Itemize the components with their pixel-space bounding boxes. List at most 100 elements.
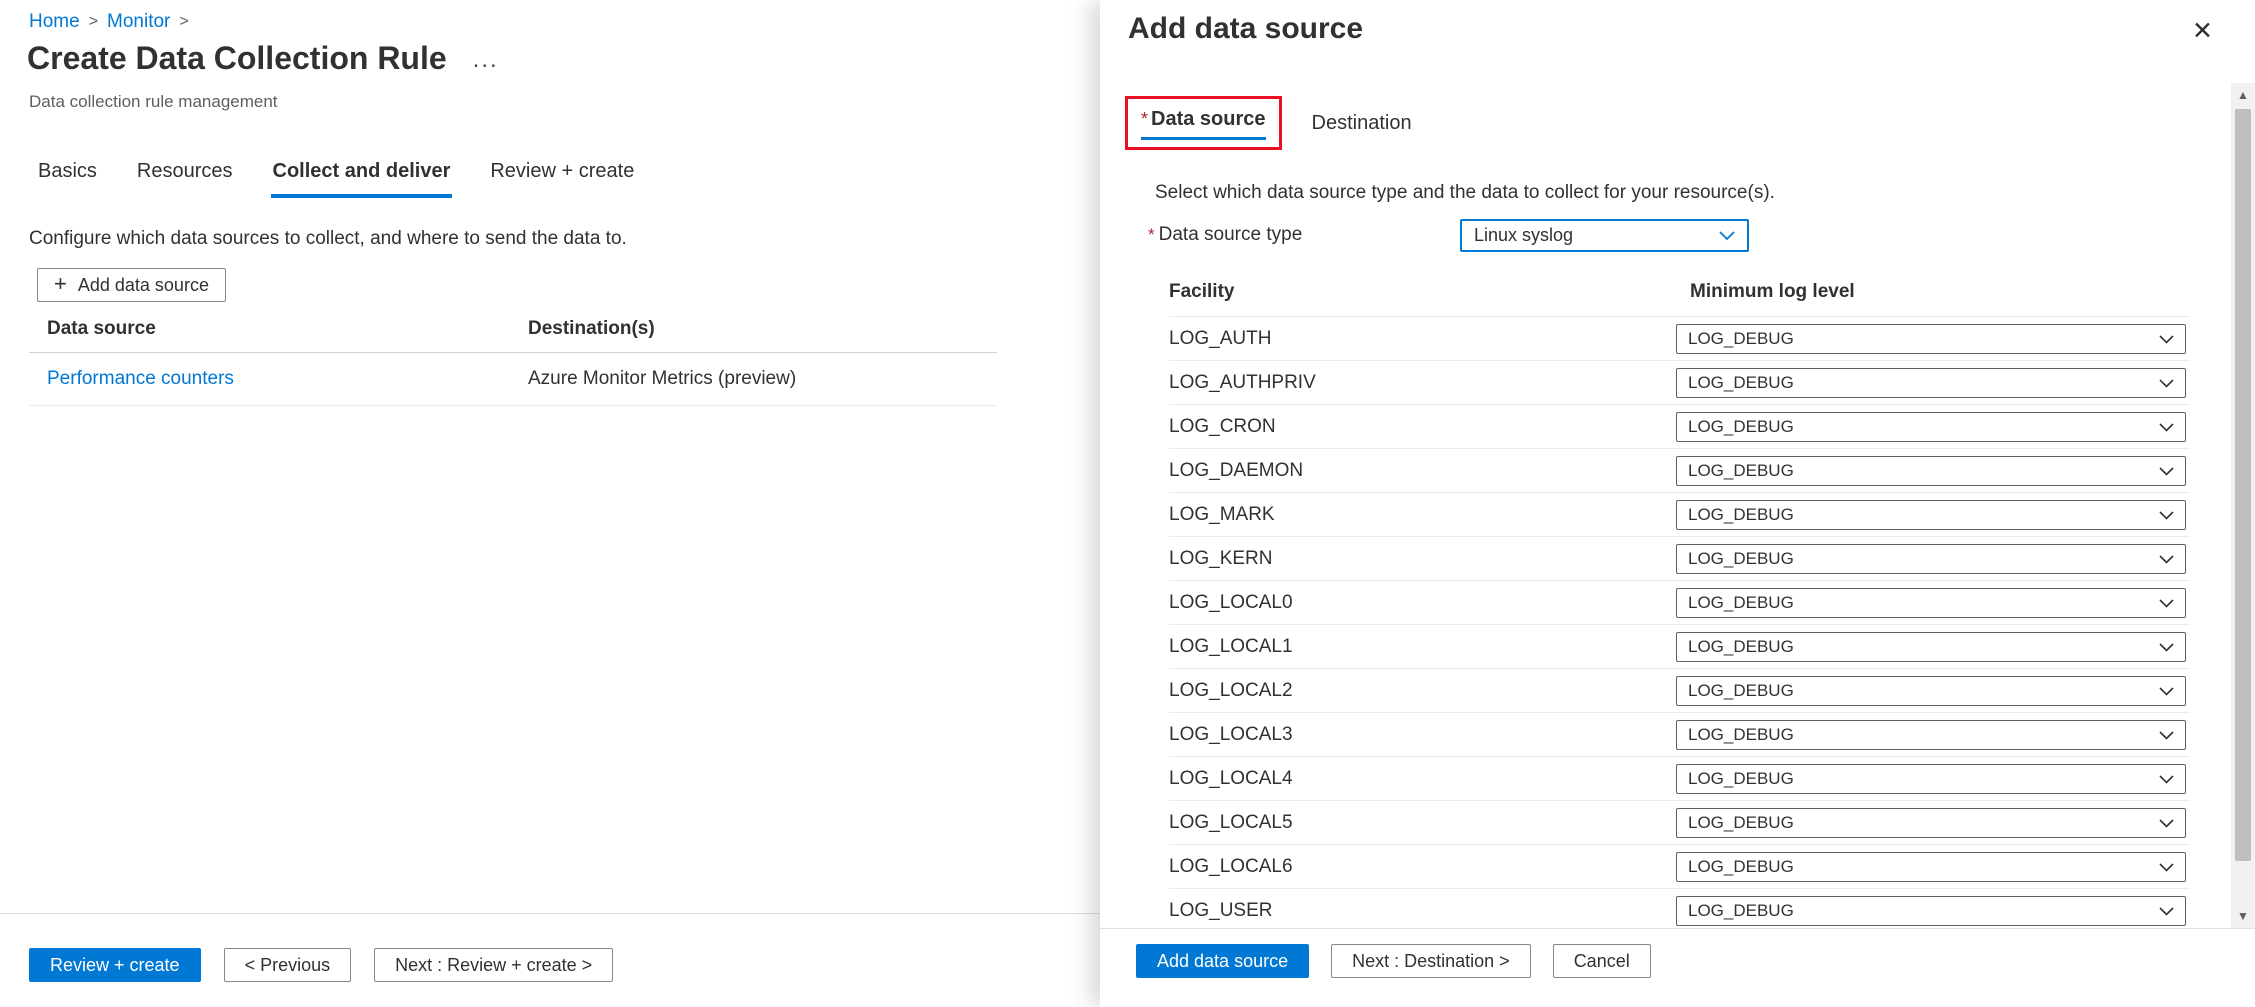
facility-row: LOG_MARK LOG_DEBUG: [1169, 492, 2190, 536]
facility-label: LOG_AUTH: [1169, 328, 1676, 350]
facility-row: LOG_LOCAL1 LOG_DEBUG: [1169, 624, 2190, 668]
tab-review-create[interactable]: Review + create: [488, 150, 636, 198]
title-row: Create Data Collection Rule ...: [27, 40, 499, 77]
performance-counters-link[interactable]: Performance counters: [47, 368, 234, 389]
log-level-value: LOG_DEBUG: [1688, 461, 1794, 481]
facility-label: LOG_LOCAL0: [1169, 592, 1676, 614]
panel-description: Select which data source type and the da…: [1155, 182, 1775, 204]
chevron-down-icon: [2159, 769, 2174, 789]
panel-tab-data-source-label: Data source: [1151, 108, 1266, 131]
panel-footer: Add data source Next : Destination > Can…: [1100, 928, 2255, 1007]
data-source-tab-highlight-annotation: * Data source: [1125, 96, 1282, 150]
panel-title: Add data source: [1128, 12, 1363, 46]
chevron-down-icon: [2159, 373, 2174, 393]
log-level-value: LOG_DEBUG: [1688, 901, 1794, 921]
scrollbar-down-icon[interactable]: ▼: [2231, 904, 2255, 928]
log-level-dropdown[interactable]: LOG_DEBUG: [1676, 324, 2186, 354]
add-data-source-button-label: Add data source: [78, 275, 209, 296]
close-icon[interactable]: ✕: [2192, 16, 2213, 46]
log-level-dropdown[interactable]: LOG_DEBUG: [1676, 764, 2186, 794]
facility-label: LOG_LOCAL4: [1169, 768, 1676, 790]
log-level-dropdown[interactable]: LOG_DEBUG: [1676, 896, 2186, 926]
page-subtitle: Data collection rule management: [29, 92, 278, 112]
log-level-dropdown[interactable]: LOG_DEBUG: [1676, 676, 2186, 706]
page-title: Create Data Collection Rule: [27, 40, 447, 77]
column-header-destinations: Destination(s): [528, 318, 655, 340]
log-level-dropdown[interactable]: LOG_DEBUG: [1676, 412, 2186, 442]
facility-label: LOG_DAEMON: [1169, 460, 1676, 482]
tab-basics[interactable]: Basics: [36, 150, 99, 198]
cancel-button[interactable]: Cancel: [1553, 944, 1651, 978]
add-data-source-panel: Add data source ✕ * Data source Destinat…: [1100, 0, 2255, 1007]
scrollbar-thumb[interactable]: [2235, 109, 2251, 861]
facility-column-header: Facility: [1169, 281, 1690, 303]
data-sources-table: Data source Destination(s) Performance c…: [29, 312, 997, 406]
chevron-down-icon: [2159, 681, 2174, 701]
next-destination-button[interactable]: Next : Destination >: [1331, 944, 1531, 978]
data-source-type-dropdown[interactable]: Linux syslog: [1460, 219, 1749, 252]
scrollbar-up-icon[interactable]: ▲: [2231, 83, 2255, 107]
log-level-dropdown[interactable]: LOG_DEBUG: [1676, 720, 2186, 750]
create-dcr-page: Home > Monitor > Create Data Collection …: [0, 0, 1100, 1007]
breadcrumb-monitor-link[interactable]: Monitor: [107, 11, 170, 33]
data-source-type-label: * Data source type: [1148, 224, 1302, 246]
log-level-dropdown[interactable]: LOG_DEBUG: [1676, 808, 2186, 838]
column-header-data-source: Data source: [47, 318, 528, 340]
facility-label: LOG_LOCAL5: [1169, 812, 1676, 834]
facility-row: LOG_AUTHPRIV LOG_DEBUG: [1169, 360, 2190, 404]
tab-collect-and-deliver[interactable]: Collect and deliver: [271, 150, 453, 198]
facility-label: LOG_LOCAL3: [1169, 724, 1676, 746]
table-header-row: Data source Destination(s): [29, 312, 997, 353]
data-source-type-field: * Data source type Linux syslog: [1148, 224, 1302, 246]
log-level-value: LOG_DEBUG: [1688, 417, 1794, 437]
panel-tab-data-source[interactable]: * Data source: [1141, 108, 1266, 140]
table-row: Performance counters Azure Monitor Metri…: [29, 353, 997, 406]
chevron-down-icon: [2159, 857, 2174, 877]
chevron-down-icon: [2159, 593, 2174, 613]
facility-row: LOG_KERN LOG_DEBUG: [1169, 536, 2190, 580]
chevron-down-icon: [2159, 329, 2174, 349]
log-level-dropdown[interactable]: LOG_DEBUG: [1676, 456, 2186, 486]
log-level-dropdown[interactable]: LOG_DEBUG: [1676, 544, 2186, 574]
facility-label: LOG_KERN: [1169, 548, 1676, 570]
facility-row: LOG_LOCAL5 LOG_DEBUG: [1169, 800, 2190, 844]
facility-label: LOG_CRON: [1169, 416, 1676, 438]
log-level-dropdown[interactable]: LOG_DEBUG: [1676, 588, 2186, 618]
breadcrumb: Home > Monitor >: [29, 11, 189, 33]
next-review-create-button[interactable]: Next : Review + create >: [374, 948, 613, 982]
min-log-level-column-header: Minimum log level: [1690, 281, 1855, 303]
panel-tab-destination[interactable]: Destination: [1312, 112, 1412, 135]
chevron-right-icon: >: [179, 13, 188, 31]
chevron-down-icon: [2159, 417, 2174, 437]
previous-button[interactable]: < Previous: [224, 948, 352, 982]
facility-row: LOG_AUTH LOG_DEBUG: [1169, 316, 2190, 360]
wizard-footer: Review + create < Previous Next : Review…: [0, 913, 1100, 1007]
log-level-value: LOG_DEBUG: [1688, 593, 1794, 613]
log-level-dropdown[interactable]: LOG_DEBUG: [1676, 632, 2186, 662]
chevron-right-icon: >: [89, 13, 98, 31]
log-level-dropdown[interactable]: LOG_DEBUG: [1676, 852, 2186, 882]
panel-add-data-source-button[interactable]: Add data source: [1136, 944, 1309, 978]
wizard-tabs: Basics Resources Collect and deliver Rev…: [36, 150, 636, 198]
plus-icon: +: [54, 273, 67, 295]
log-level-value: LOG_DEBUG: [1688, 725, 1794, 745]
log-level-dropdown[interactable]: LOG_DEBUG: [1676, 368, 2186, 398]
panel-scrollbar[interactable]: ▲ ▼: [2231, 83, 2255, 928]
log-level-dropdown[interactable]: LOG_DEBUG: [1676, 500, 2186, 530]
facility-row: LOG_USER LOG_DEBUG: [1169, 888, 2190, 926]
more-options-icon[interactable]: ...: [473, 44, 499, 74]
facility-row: LOG_LOCAL6 LOG_DEBUG: [1169, 844, 2190, 888]
add-data-source-button[interactable]: + Add data source: [37, 268, 226, 302]
chevron-down-icon: [2159, 813, 2174, 833]
facility-row: LOG_LOCAL2 LOG_DEBUG: [1169, 668, 2190, 712]
log-level-value: LOG_DEBUG: [1688, 373, 1794, 393]
facility-table-header: Facility Minimum log level: [1169, 281, 1855, 303]
log-level-value: LOG_DEBUG: [1688, 813, 1794, 833]
log-level-value: LOG_DEBUG: [1688, 681, 1794, 701]
review-create-button[interactable]: Review + create: [29, 948, 201, 982]
chevron-down-icon: [2159, 725, 2174, 745]
breadcrumb-home-link[interactable]: Home: [29, 11, 80, 33]
chevron-down-icon: [2159, 549, 2174, 569]
facility-row: LOG_LOCAL4 LOG_DEBUG: [1169, 756, 2190, 800]
tab-resources[interactable]: Resources: [135, 150, 235, 198]
